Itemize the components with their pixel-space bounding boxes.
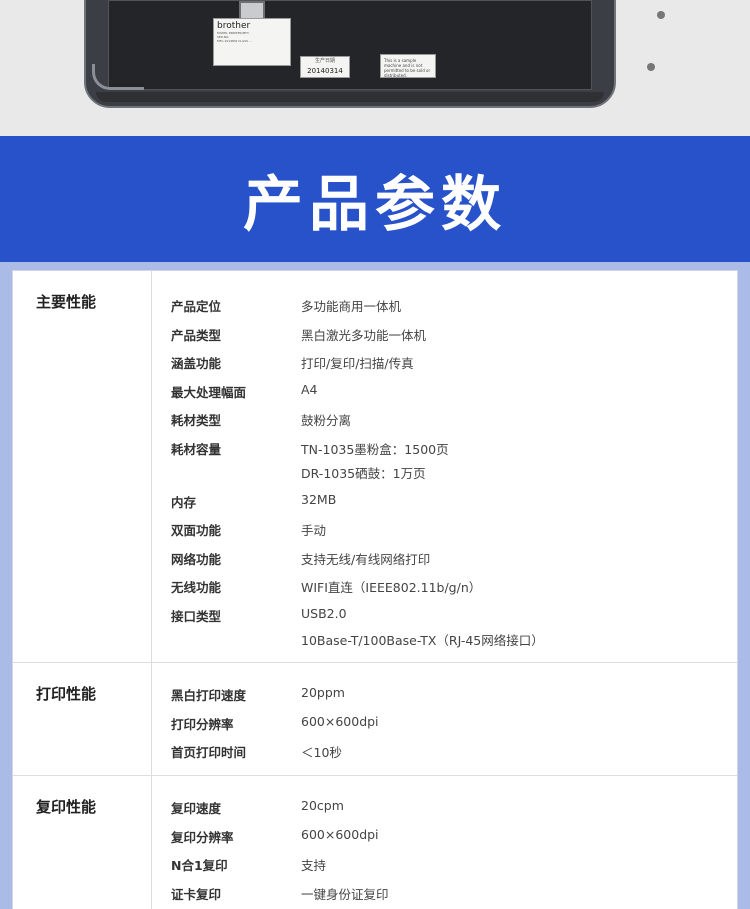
- production-date-sticker: 生产日期 20140314: [300, 56, 350, 78]
- spec-row: 黑白打印速度 20ppm: [171, 685, 731, 705]
- spec-table: 主要性能 产品定位 多功能商用一体机产品类型 黑白激光多功能一体机涵盖功能 打印/复印/…: [12, 270, 738, 909]
- spec-row: 产品类型 黑白激光多功能一体机: [171, 325, 731, 345]
- column-divider: [151, 776, 152, 909]
- spec-key: 耗材类型: [171, 413, 222, 428]
- banner-title: 产品参数: [243, 169, 507, 240]
- spec-key: 内存: [171, 494, 197, 510]
- spec-value: 打印/复印/扫描/传真: [301, 356, 414, 371]
- sample-note-sticker: This is a sample machine and is not perm…: [380, 54, 436, 78]
- spec-key: 复印速度: [171, 801, 222, 816]
- spec-value: TN-1035墨粉盒：1500页: [301, 441, 449, 457]
- spec-key: 涵盖功能: [171, 356, 222, 371]
- spec-key: 网络功能: [171, 551, 222, 567]
- spec-row: 打印分辨率 600×600dpi: [171, 714, 731, 734]
- spec-key: 无线功能: [171, 580, 222, 595]
- spec-row: 无线功能 WIFI直连（IEEE802.11b/g/n）: [171, 577, 731, 597]
- spec-value: 支持: [301, 858, 327, 873]
- spec-value: 一键身份证复印: [301, 886, 389, 902]
- spec-row: 产品定位 多功能商用一体机: [171, 296, 731, 316]
- spec-row: 首页打印时间 ＜10秒: [171, 742, 731, 762]
- spec-value: 鼓粉分离: [301, 413, 352, 428]
- spec-row: 双面功能 手动: [171, 520, 731, 540]
- params-panel: 主要性能 产品定位 多功能商用一体机产品类型 黑白激光多功能一体机涵盖功能 打印/复印/…: [0, 262, 750, 909]
- spec-row: N合1复印 支持: [171, 855, 731, 875]
- section-title: 打印性能: [36, 685, 97, 703]
- spec-value: 10Base-T/100Base-TX（RJ-45网络接口）: [301, 633, 544, 648]
- spec-row: 网络功能 支持无线/有线网络打印: [171, 549, 731, 569]
- model-label-sticker: brother MODEL PRINTER/MFC SER.NO. MFC-19…: [213, 18, 291, 66]
- spec-value: 600×600dpi: [301, 713, 379, 729]
- spec-row: 复印速度 20cpm: [171, 798, 731, 818]
- spec-value: 600×600dpi: [301, 826, 379, 842]
- screw-icon: [647, 63, 655, 71]
- spec-key: 打印分辨率: [171, 716, 234, 732]
- spec-value: 黑白激光多功能一体机: [301, 327, 427, 343]
- spec-row: 耗材容量 TN-1035墨粉盒：1500页 DR-1035硒鼓：1万页: [171, 439, 731, 482]
- column-divider: [151, 271, 152, 662]
- title-banner: 产品参数: [0, 136, 750, 262]
- spec-value: ＜10秒: [301, 745, 342, 760]
- spec-row: 证卡复印 一键身份证复印: [171, 884, 731, 904]
- spec-row: 耗材类型 鼓粉分离: [171, 410, 731, 430]
- spec-value: 多功能商用一体机: [301, 299, 402, 314]
- sample-note-line: This is a sample machine and is not: [384, 58, 423, 68]
- section-title: 复印性能: [36, 798, 97, 816]
- printer-base: [96, 92, 604, 102]
- spec-key: N合1复印: [171, 858, 228, 873]
- spec-key: 证卡复印: [171, 886, 222, 902]
- spec-row: 复印分辨率 600×600dpi: [171, 827, 731, 847]
- spec-key: 复印分辨率: [171, 829, 234, 845]
- spec-value: 手动: [301, 523, 327, 538]
- spec-key: 耗材容量: [171, 441, 222, 457]
- sample-note-line: permitted to be sold or distributed.: [384, 68, 431, 78]
- spec-value: 20cpm: [301, 798, 344, 813]
- spec-key: 首页打印时间: [171, 745, 247, 760]
- spec-value: 支持无线/有线网络打印: [301, 551, 431, 567]
- date-value: 20140314: [307, 67, 343, 75]
- label-fine-text: MFC-1919NW CLASS ...: [217, 39, 252, 43]
- printer-back-cover: [108, 0, 665, 90]
- power-cable: [92, 64, 144, 90]
- spec-row: 涵盖功能 打印/复印/扫描/传真: [171, 353, 731, 373]
- spec-key: 产品定位: [171, 299, 222, 314]
- spec-row: 最大处理幅面 A4: [171, 382, 731, 402]
- label-brand: brother: [217, 21, 251, 31]
- spec-key: 接口类型: [171, 608, 222, 624]
- spec-value: WIFI直连（IEEE802.11b/g/n）: [301, 580, 482, 595]
- spec-key: 黑白打印速度: [171, 688, 247, 703]
- spec-key: 产品类型: [171, 327, 222, 343]
- screw-icon: [657, 11, 665, 19]
- spec-value: 20ppm: [301, 685, 345, 700]
- spec-key: 双面功能: [171, 523, 222, 538]
- spec-row: 内存 32MB: [171, 492, 731, 512]
- column-divider: [151, 663, 152, 775]
- section-title: 主要性能: [36, 293, 97, 311]
- spec-value: DR-1035硒鼓：1万页: [301, 466, 426, 481]
- spec-row: 接口类型 USB2.0 10Base-T/100Base-TX（RJ-45网络接口）: [171, 605, 731, 649]
- date-label: 生产日期: [314, 58, 335, 64]
- product-photo: brother MODEL PRINTER/MFC SER.NO. MFC-19…: [0, 0, 750, 136]
- spec-key: 最大处理幅面: [171, 384, 247, 400]
- spec-value: A4: [301, 381, 318, 397]
- spec-value: 32MB: [301, 491, 337, 507]
- spec-value: USB2.0: [301, 605, 347, 621]
